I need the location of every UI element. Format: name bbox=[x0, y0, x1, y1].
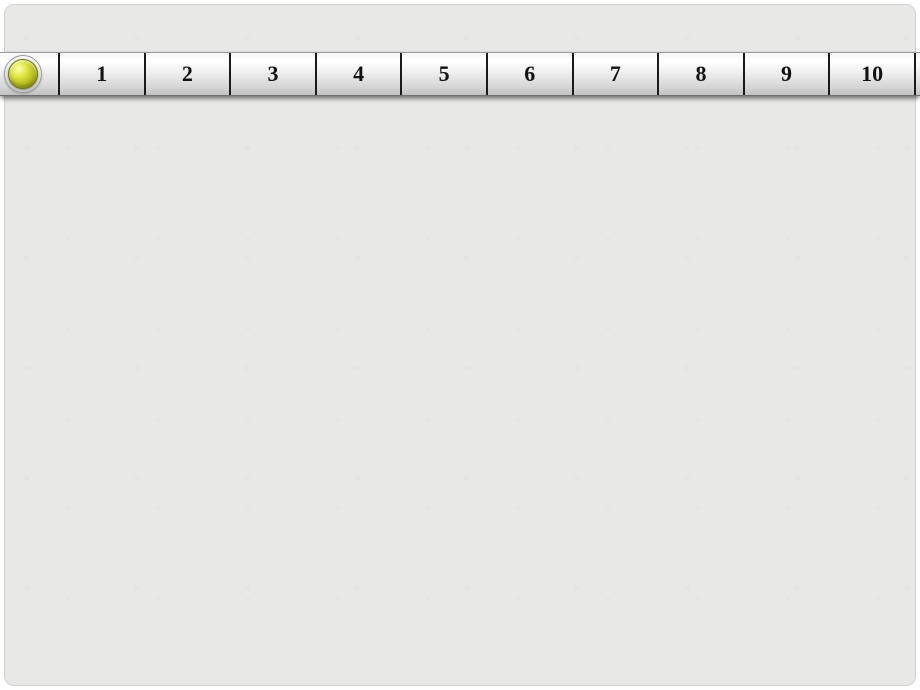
ruler-segment: 4 bbox=[315, 53, 401, 95]
ruler-label: 10 bbox=[861, 61, 883, 87]
ruler-segment: 6 bbox=[486, 53, 572, 95]
ruler-label: 8 bbox=[695, 61, 706, 87]
ruler-label: 4 bbox=[353, 61, 364, 87]
ruler-label: 1 bbox=[96, 61, 107, 87]
ruler-label: 3 bbox=[267, 61, 278, 87]
ruler-segment: 2 bbox=[144, 53, 230, 95]
ruler-segment: 9 bbox=[743, 53, 829, 95]
ruler-segment: 1 bbox=[58, 53, 144, 95]
ruler[interactable]: 1 2 3 4 5 6 7 8 9 10 bbox=[0, 52, 920, 96]
ruler-scale: 1 2 3 4 5 6 7 8 9 10 bbox=[58, 53, 916, 95]
ruler-label: 6 bbox=[524, 61, 535, 87]
ruler-label: 7 bbox=[610, 61, 621, 87]
slider-knob[interactable] bbox=[8, 59, 38, 89]
ruler-segment: 8 bbox=[657, 53, 743, 95]
ruler-label: 5 bbox=[439, 61, 450, 87]
ruler-segment: 10 bbox=[828, 53, 916, 95]
canvas-area bbox=[4, 4, 916, 686]
ruler-segment: 7 bbox=[572, 53, 658, 95]
ruler-segment: 3 bbox=[229, 53, 315, 95]
ruler-segment: 5 bbox=[400, 53, 486, 95]
ruler-label: 9 bbox=[781, 61, 792, 87]
ruler-label: 2 bbox=[182, 61, 193, 87]
